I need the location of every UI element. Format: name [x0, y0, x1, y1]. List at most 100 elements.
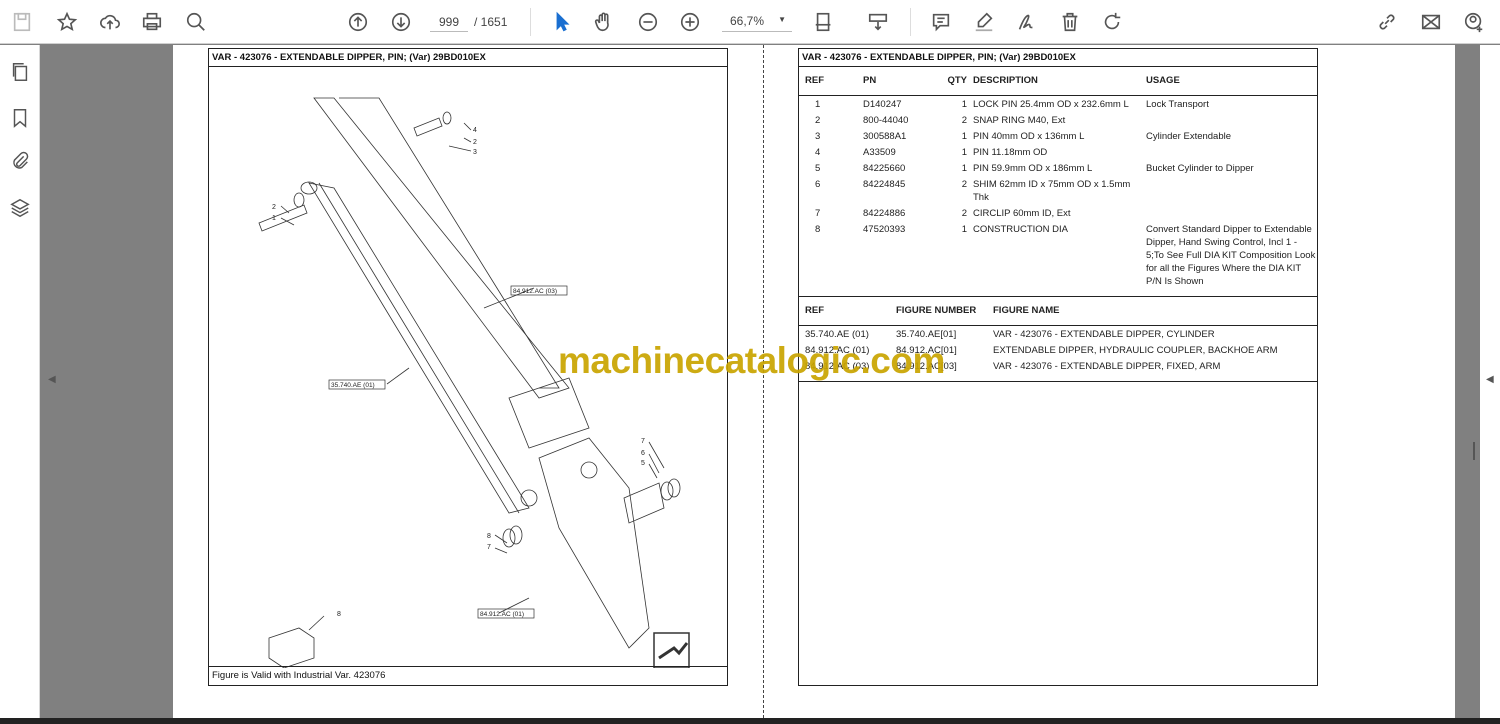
cell-ref: 7: [815, 207, 821, 219]
divider: [530, 8, 531, 36]
upload-icon[interactable]: [96, 8, 124, 36]
share-link-icon[interactable]: [1373, 8, 1401, 36]
table-row: 8 47520393 1 CONSTRUCTION DIA Convert Standa…: [799, 221, 1317, 289]
document-view: VAR - 423076 - EXTENDABLE DIPPER, PIN; (…: [173, 45, 1455, 718]
col-ref: REF: [805, 305, 824, 317]
chevron-down-icon: ▼: [778, 15, 786, 24]
cell-figure-name: VAR - 423076 - EXTENDABLE DIPPER, CYLIND…: [993, 328, 1215, 340]
cell-ref: 1: [815, 98, 821, 110]
cell-description: PIN 40mm OD x 136mm L: [973, 130, 1085, 142]
callout-7: 7: [487, 544, 491, 551]
cell-pn: 84225660: [863, 162, 906, 174]
print-icon[interactable]: [138, 8, 166, 36]
page-number-input[interactable]: [430, 12, 468, 32]
cell-qty: 1: [961, 130, 967, 142]
save-icon[interactable]: [8, 8, 36, 36]
cell-qty: 2: [961, 207, 967, 219]
fit-page-icon[interactable]: [810, 8, 838, 36]
right-page-title: VAR - 423076 - EXTENDABLE DIPPER, PIN; (…: [799, 49, 1317, 67]
cell-qty: 1: [961, 98, 967, 110]
col-pn: PN: [863, 75, 877, 87]
cell-usage: [1140, 176, 1317, 205]
watermark: machinecatalogic.com: [558, 340, 945, 381]
callout-1: 1: [272, 215, 276, 222]
figure-ref-label[interactable]: 35.740.AE (01): [331, 382, 375, 389]
cell-pn: 300588A1: [863, 130, 907, 142]
email-icon[interactable]: [1417, 8, 1445, 36]
figure-ref-label[interactable]: 84.912.AC (01): [480, 611, 524, 618]
collapse-left-arrow-icon[interactable]: ◀: [48, 374, 56, 385]
callout-4: 4: [473, 127, 477, 134]
cell-ref: 4: [815, 146, 821, 158]
select-cursor-icon[interactable]: [548, 8, 576, 36]
pages-icon[interactable]: [9, 61, 31, 83]
cell-description: SHIM 62mm ID x 75mm OD x 1.5mm Thk: [973, 178, 1131, 203]
col-qty: QTY: [947, 75, 967, 87]
cell-description: LOCK PIN 25.4mm OD x 232.6mm L: [973, 98, 1129, 110]
table-row: 2 800-44040 2 SNAP RING M40, Ext: [799, 112, 1317, 128]
cell-figure-name: VAR - 423076 - EXTENDABLE DIPPER, FIXED,…: [993, 360, 1221, 372]
cell-pn: 47520393: [863, 223, 906, 235]
cell-ref: 3: [815, 130, 821, 142]
cell-usage: [1140, 112, 1317, 128]
cell-pn: 84224886: [863, 207, 906, 219]
callout-3: 3: [473, 149, 477, 156]
figure-ref-label[interactable]: 84.912.AC (03): [513, 288, 557, 295]
page-down-icon[interactable]: [387, 8, 415, 36]
col-description: DESCRIPTION: [973, 75, 1038, 87]
scroll-mode-icon[interactable]: [864, 8, 892, 36]
cell-qty: 1: [961, 223, 967, 235]
cell-ref: 8: [815, 223, 821, 235]
cell-qty: 2: [961, 114, 967, 126]
zoom-search-icon[interactable]: [182, 8, 210, 36]
table-row: 4 A33509 1 PIN 11.18mm OD: [799, 144, 1317, 160]
scrollbar-thumb[interactable]: [1473, 442, 1475, 460]
right-panel: ◀: [1473, 45, 1500, 724]
add-user-icon[interactable]: [1460, 8, 1488, 36]
divider: [910, 8, 911, 36]
zoom-in-icon[interactable]: [676, 8, 704, 36]
sign-icon[interactable]: [1012, 8, 1040, 36]
cell-qty: 2: [961, 178, 967, 190]
left-page-footer: Figure is Valid with Industrial Var. 423…: [209, 666, 727, 685]
comment-icon[interactable]: [927, 8, 955, 36]
callout-2: 2: [272, 204, 276, 211]
rotate-icon[interactable]: [1098, 8, 1126, 36]
left-sidebar: [0, 45, 40, 724]
cell-pn: D140247: [863, 98, 902, 110]
hand-icon[interactable]: [590, 8, 618, 36]
cell-description: CONSTRUCTION DIA: [973, 223, 1068, 235]
callout-8: 8: [487, 533, 491, 540]
callout-6: 6: [641, 450, 645, 457]
page-total: / 1651: [474, 15, 508, 29]
zoom-select[interactable]: 66,7% ▼: [722, 12, 792, 32]
cell-pn: 84224845: [863, 178, 906, 190]
zoom-out-icon[interactable]: [634, 8, 662, 36]
attachments-icon[interactable]: [9, 150, 31, 172]
cell-description: SNAP RING M40, Ext: [973, 114, 1066, 126]
col-figure-number: FIGURE NUMBER: [896, 305, 977, 317]
cell-pn: 800-44040: [863, 114, 909, 126]
delete-icon[interactable]: [1056, 8, 1084, 36]
callout-2: 2: [473, 139, 477, 146]
left-page-title: VAR - 423076 - EXTENDABLE DIPPER, PIN; (…: [209, 49, 727, 67]
cell-usage: [1140, 144, 1317, 160]
layers-icon[interactable]: [9, 197, 31, 219]
bookmark-star-icon[interactable]: [53, 8, 81, 36]
table-row: 5 84225660 1 PIN 59.9mm OD x 186mm L Bucket …: [799, 160, 1317, 176]
callout-7: 7: [641, 438, 645, 445]
bookmarks-icon[interactable]: [9, 107, 31, 129]
table-row: 6 84224845 2 SHIM 62mm ID x 75mm OD x 1.5mm…: [799, 176, 1317, 205]
taskbar-edge: [0, 718, 1500, 724]
table-row: 1 D140247 1 LOCK PIN 25.4mm OD x 232.6mm L L…: [799, 95, 1317, 112]
toolbar: / 1651 66,7% ▼: [0, 0, 1500, 44]
expand-right-arrow-icon[interactable]: ◀: [1486, 374, 1494, 385]
col-usage: USAGE: [1146, 75, 1180, 87]
page-up-icon[interactable]: [344, 8, 372, 36]
highlight-icon[interactable]: [970, 8, 998, 36]
cell-usage: Cylinder Extendable: [1146, 130, 1232, 142]
col-figure-name: FIGURE NAME: [993, 305, 1060, 317]
cell-description: CIRCLIP 60mm ID, Ext: [973, 207, 1071, 219]
cell-qty: 1: [961, 146, 967, 158]
cell-usage: [1140, 205, 1317, 221]
